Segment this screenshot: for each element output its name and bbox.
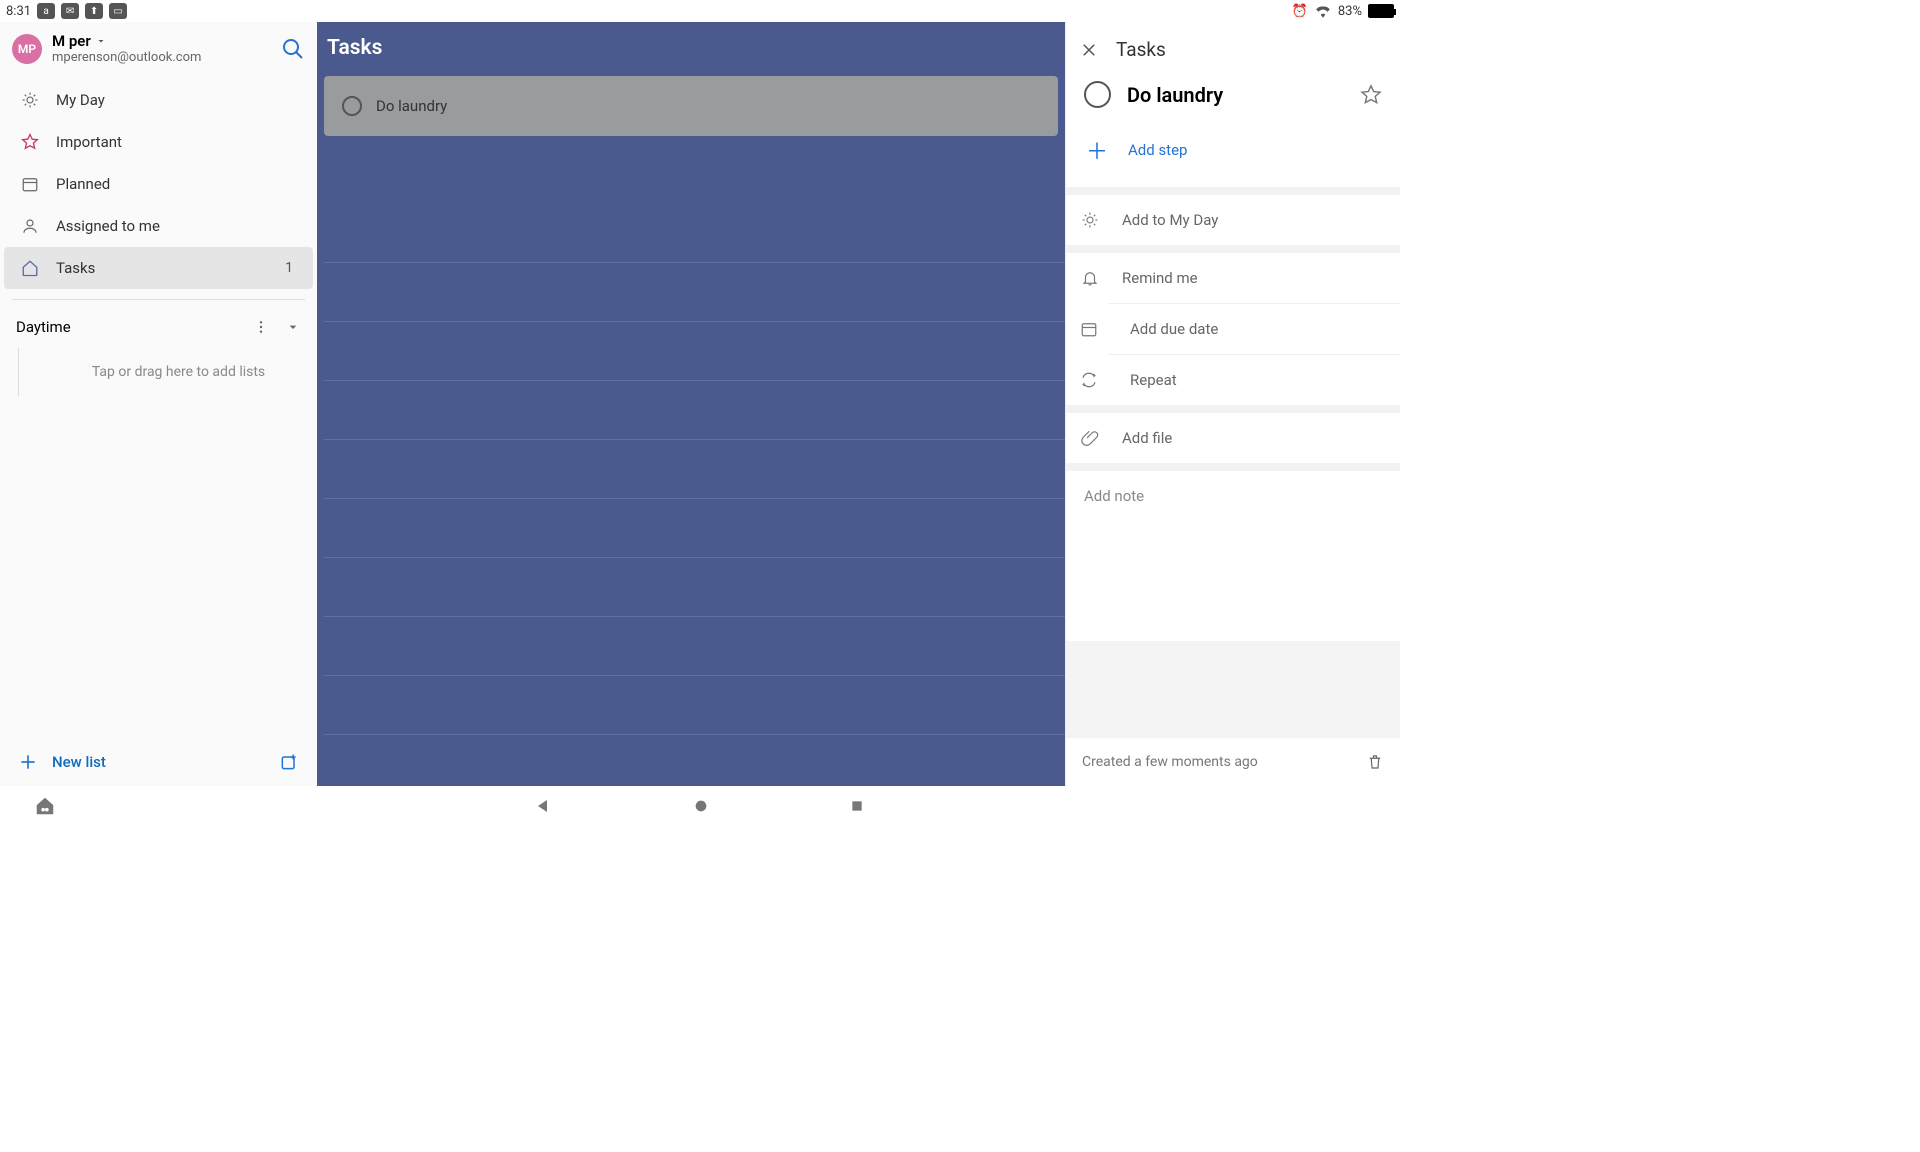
back-button[interactable] (535, 797, 553, 815)
option-label: Add due date (1130, 320, 1218, 338)
chevron-down-icon[interactable] (285, 319, 301, 335)
note-input[interactable]: Add note (1066, 471, 1400, 641)
option-label: Add file (1122, 429, 1172, 447)
add-due-date-button[interactable]: Add due date (1108, 303, 1400, 354)
task-title: Do laundry (376, 97, 447, 115)
sidebar-item-label: Assigned to me (56, 217, 160, 235)
task-details-pane: Tasks Do laundry ＋ Add step Add to My Da… (1065, 22, 1400, 786)
battery-icon (1368, 4, 1394, 18)
status-icon-a: ✉ (61, 3, 79, 19)
details-panel-title: Tasks (1116, 38, 1166, 61)
status-bar: 8:31 a ✉ ⬆ ▭ ⏰ 83% (0, 0, 1400, 22)
add-file-button[interactable]: Add file (1066, 413, 1400, 463)
sidebar-item-tasks[interactable]: Tasks 1 (4, 247, 313, 289)
status-icon-c: ▭ (109, 3, 127, 19)
repeat-icon (1066, 371, 1108, 389)
android-nav-bar (0, 786, 1400, 826)
new-list-button[interactable]: New list (52, 753, 106, 771)
option-label: Remind me (1122, 269, 1198, 287)
account-name: M per (52, 32, 91, 50)
add-step-button[interactable]: ＋ Add step (1066, 120, 1400, 187)
wifi-icon (1314, 4, 1332, 18)
sidebar-item-label: Tasks (56, 259, 95, 277)
remind-me-button[interactable]: Remind me (1066, 253, 1400, 303)
complete-toggle[interactable] (1084, 81, 1111, 108)
status-icon-b: ⬆ (85, 3, 103, 19)
sidebar-item-my-day[interactable]: My Day (4, 79, 313, 121)
group-name: Daytime (16, 318, 71, 336)
plus-icon: ＋ (1086, 134, 1108, 166)
sun-icon (20, 91, 40, 109)
plus-icon (18, 752, 38, 772)
option-label: Repeat (1130, 371, 1177, 389)
account-switcher[interactable]: MP M per mperenson@outlook.com (0, 22, 317, 75)
repeat-button[interactable]: Repeat (1108, 354, 1400, 405)
status-time: 8:31 (6, 4, 31, 19)
calendar-icon (1066, 320, 1108, 338)
bell-icon (1080, 269, 1100, 287)
list-background-lines (324, 204, 1065, 786)
add-step-label: Add step (1128, 141, 1187, 159)
task-row[interactable]: Do laundry (324, 76, 1058, 136)
sidebar-item-important[interactable]: Important (4, 121, 313, 163)
search-button[interactable] (281, 37, 305, 61)
complete-toggle[interactable] (342, 96, 362, 116)
delete-button[interactable] (1366, 752, 1384, 772)
alarm-icon: ⏰ (1292, 4, 1308, 19)
chevron-down-icon (95, 35, 107, 47)
new-group-button[interactable] (279, 752, 299, 772)
home-icon (20, 259, 40, 277)
account-email: mperenson@outlook.com (52, 50, 201, 65)
task-list-pane: Tasks Do laundry (317, 22, 1065, 786)
sidebar-item-label: Important (56, 133, 122, 151)
calendar-icon (20, 175, 40, 193)
person-icon (20, 217, 40, 235)
sidebar-item-label: Planned (56, 175, 110, 193)
recents-button[interactable] (849, 798, 865, 814)
task-count: 1 (285, 260, 297, 276)
more-icon[interactable] (253, 319, 269, 335)
sidebar-item-assigned[interactable]: Assigned to me (4, 205, 313, 247)
list-title[interactable]: Tasks (317, 22, 1065, 76)
attachment-icon (1080, 429, 1100, 447)
star-toggle[interactable] (1360, 84, 1382, 106)
list-group[interactable]: Daytime (0, 306, 317, 348)
add-to-my-day-button[interactable]: Add to My Day (1066, 195, 1400, 245)
sidebar: MP M per mperenson@outlook.com (0, 22, 317, 786)
home-button[interactable] (693, 798, 709, 814)
divider (12, 299, 305, 300)
option-label: Add to My Day (1122, 211, 1218, 229)
group-drop-hint[interactable]: Tap or drag here to add lists (0, 348, 317, 396)
star-icon (20, 133, 40, 151)
sun-icon (1080, 211, 1100, 229)
battery-percent: 83% (1338, 4, 1362, 19)
sidebar-item-label: My Day (56, 91, 105, 109)
amazon-icon: a (37, 3, 55, 19)
avatar: MP (12, 34, 42, 64)
close-icon[interactable] (1080, 41, 1098, 59)
task-title-input[interactable]: Do laundry (1127, 83, 1344, 107)
created-timestamp: Created a few moments ago (1082, 754, 1258, 770)
sidebar-item-planned[interactable]: Planned (4, 163, 313, 205)
house-icon[interactable] (34, 795, 56, 817)
